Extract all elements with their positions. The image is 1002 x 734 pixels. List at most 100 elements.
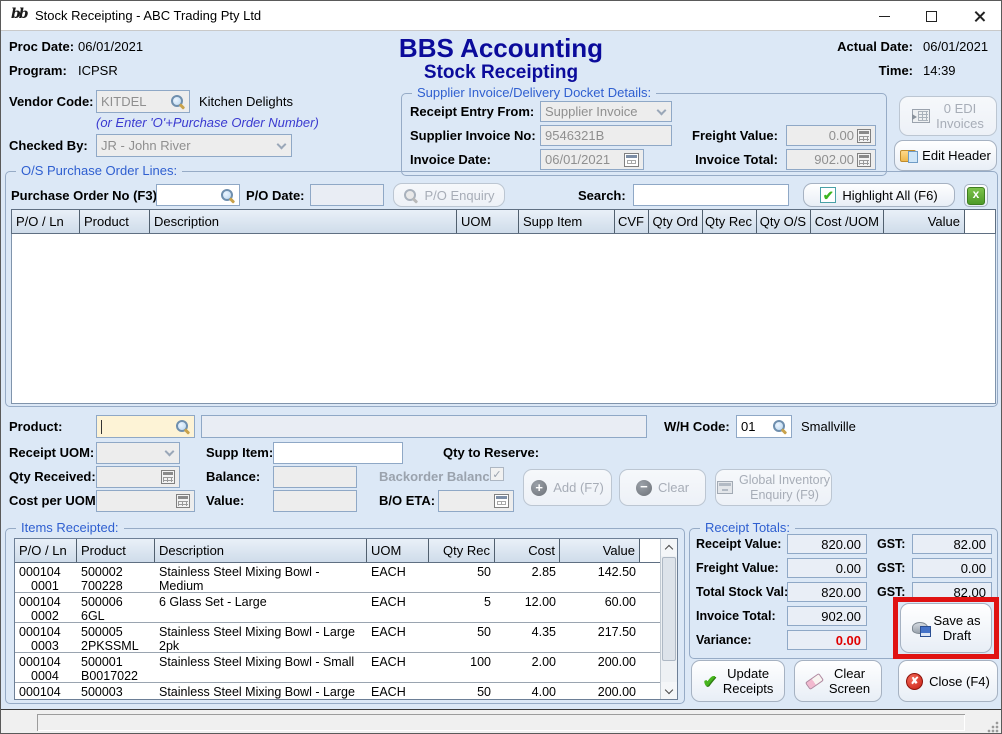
backorder-balance-checkbox[interactable]	[490, 467, 504, 481]
search-icon[interactable]	[175, 419, 190, 434]
receipt-entry-from-label: Receipt Entry From:	[410, 104, 534, 119]
items-scrollbar[interactable]	[660, 539, 677, 699]
search-input[interactable]	[633, 184, 789, 206]
global-inventory-button[interactable]: Global InventoryEnquiry (F9)	[715, 469, 832, 506]
add-button[interactable]: Add (F7)	[523, 469, 612, 506]
items-col-header[interactable]: Qty Rec	[429, 539, 495, 562]
po-col-header[interactable]: UOM	[457, 210, 519, 233]
po-col-header[interactable]: Qty O/S	[757, 210, 811, 233]
close-button[interactable]: Close (F4)	[898, 660, 998, 702]
cell-cost: 12.00	[495, 595, 556, 609]
cell-uom: EACH	[371, 565, 406, 579]
po-no-field[interactable]	[156, 184, 240, 206]
search-icon[interactable]	[220, 188, 235, 203]
invoice-total-field[interactable]: 902.00	[786, 149, 876, 170]
close-window-button[interactable]	[959, 1, 999, 31]
items-row[interactable]: 000104 0001 500002 700228 Stainless Stee…	[15, 563, 660, 593]
resize-grip[interactable]	[987, 721, 999, 733]
clear-button-label: Clear	[658, 480, 689, 495]
global-inventory-line2: Enquiry (F9)	[739, 488, 830, 503]
invoice-date-field[interactable]: 06/01/2021	[540, 149, 644, 170]
po-col-header[interactable]: Qty Rec	[703, 210, 757, 233]
items-col-header[interactable]: Value	[560, 539, 640, 562]
receipt-uom-select[interactable]	[96, 442, 180, 464]
cell-value: 142.50	[560, 565, 636, 579]
items-col-header[interactable]: UOM	[367, 539, 429, 562]
cell-cost: 2.85	[495, 565, 556, 579]
freight-value-label: Freight Value:	[690, 128, 778, 143]
search-icon	[403, 188, 418, 203]
cost-per-uom-field[interactable]	[96, 490, 195, 512]
supplier-invoice-no-field[interactable]: 9546321B	[540, 125, 672, 146]
po-col-header[interactable]: Description	[150, 210, 457, 233]
cell-product-line2: 2PKSSML	[81, 639, 139, 653]
supp-item-field[interactable]	[273, 442, 403, 464]
maximize-button[interactable]	[913, 1, 949, 31]
items-row[interactable]: 000104 0003 500005 2PKSSML Stainless Ste…	[15, 623, 660, 653]
search-icon[interactable]	[772, 419, 787, 434]
product-input[interactable]	[96, 415, 195, 438]
po-lines-title: O/S Purchase Order Lines:	[16, 163, 182, 178]
calculator-icon[interactable]	[857, 153, 871, 167]
calculator-icon[interactable]	[857, 129, 871, 143]
wh-code-label: W/H Code:	[664, 419, 730, 434]
po-col-header[interactable]: Product	[80, 210, 150, 233]
calendar-icon[interactable]	[624, 153, 639, 167]
items-table: P/O / Ln Product Description UOM Qty Rec…	[14, 538, 678, 700]
items-col-header[interactable]: Cost	[495, 539, 560, 562]
invoice-total-label: Invoice Total:	[696, 609, 776, 623]
clear-screen-button[interactable]: ClearScreen	[794, 660, 882, 702]
scrollbar-thumb[interactable]	[662, 557, 676, 661]
clear-button[interactable]: Clear	[619, 469, 706, 506]
save-as-draft-button[interactable]: Save asDraft	[900, 603, 992, 653]
export-excel-button[interactable]	[964, 184, 988, 207]
wh-code-field[interactable]: 01	[736, 415, 792, 438]
update-receipts-line2: Receipts	[723, 681, 774, 696]
product-label: Product:	[9, 419, 62, 434]
items-col-header[interactable]: P/O / Ln	[15, 539, 77, 562]
calendar-icon[interactable]	[494, 494, 509, 508]
po-enquiry-button[interactable]: P/O Enquiry	[393, 183, 505, 207]
cell-qty-rec: 5	[429, 595, 491, 609]
scroll-up-button[interactable]	[661, 539, 677, 556]
supplier-details-group: Supplier Invoice/Delivery Docket Details…	[401, 93, 887, 176]
minimize-button[interactable]	[866, 1, 902, 31]
freight-value-field: 0.00	[787, 558, 867, 578]
bo-eta-field[interactable]	[438, 490, 514, 512]
qty-received-field[interactable]	[96, 466, 180, 488]
po-col-header[interactable]: Qty Ord	[649, 210, 703, 233]
calculator-icon[interactable]	[176, 494, 190, 508]
po-table-body[interactable]	[11, 234, 996, 404]
update-receipts-button[interactable]: UpdateReceipts	[691, 660, 785, 702]
cell-po-line2: 0001	[31, 579, 59, 593]
receipt-entry-from-select[interactable]: Supplier Invoice	[540, 101, 672, 122]
value-label: Value:	[206, 493, 244, 508]
vendor-name: Kitchen Delights	[199, 94, 293, 109]
cell-qty-rec: 50	[429, 625, 491, 639]
edit-header-button[interactable]: Edit Header	[894, 140, 997, 171]
items-row[interactable]: 000104 500003 Stainless Steel Mixing Bow…	[15, 683, 660, 700]
cell-cost: 4.00	[495, 685, 556, 699]
po-col-header[interactable]: CVF	[615, 210, 649, 233]
po-col-header[interactable]: Value	[884, 210, 965, 233]
edi-icon	[912, 109, 930, 123]
calculator-icon[interactable]	[161, 470, 175, 484]
items-col-header[interactable]: Description	[155, 539, 367, 562]
po-date-field[interactable]	[310, 184, 384, 206]
scroll-down-button[interactable]	[661, 682, 677, 699]
items-row[interactable]: 000104 0002 500006 6GL 6 Glass Set - Lar…	[15, 593, 660, 623]
items-row[interactable]: 000104 0004 500001 B0017022 Stainless St…	[15, 653, 660, 683]
items-col-header[interactable]: Product	[77, 539, 155, 562]
app-title: BBS Accounting	[331, 33, 671, 64]
freight-value-field[interactable]: 0.00	[786, 125, 876, 146]
checked-by-label: Checked By:	[9, 138, 88, 153]
po-col-header[interactable]: P/O / Ln	[12, 210, 80, 233]
edi-invoices-button[interactable]: 0 EDIInvoices	[899, 96, 997, 136]
po-col-header[interactable]: Supp Item	[519, 210, 615, 233]
po-col-header[interactable]: Cost /UOM	[811, 210, 884, 233]
checked-by-select[interactable]: JR - John River	[96, 134, 292, 157]
highlight-all-button[interactable]: Highlight All (F6)	[803, 183, 955, 207]
vendor-code-field[interactable]: KITDEL	[96, 90, 190, 113]
invoice-date-value: 06/01/2021	[545, 152, 621, 167]
search-icon[interactable]	[170, 94, 185, 109]
